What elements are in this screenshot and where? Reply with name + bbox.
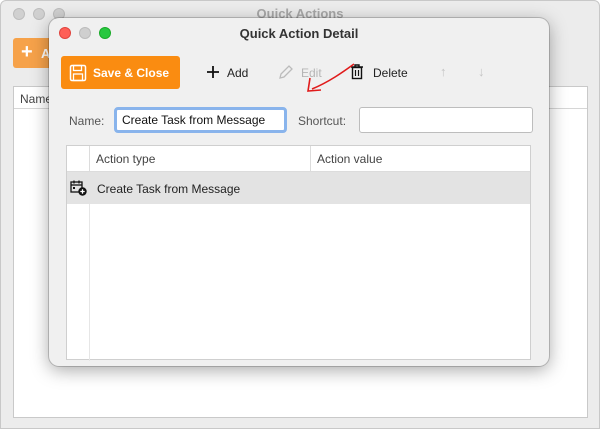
name-shortcut-row: Name: Shortcut: <box>61 105 541 135</box>
shortcut-input[interactable] <box>359 107 533 133</box>
quick-action-detail-dialog: Quick Action Detail Save & Close Add Edi… <box>49 18 549 366</box>
dialog-titlebar: Quick Action Detail <box>49 18 549 48</box>
shortcut-label: Shortcut: <box>298 114 347 128</box>
action-type-column-header[interactable]: Action type <box>96 152 155 166</box>
pencil-icon <box>277 63 295 84</box>
red-arrow-annotation-icon <box>307 63 355 92</box>
action-value-column-header[interactable]: Action value <box>317 152 382 166</box>
save-and-close-button[interactable]: Save & Close <box>61 56 180 89</box>
icon-column-divider <box>89 204 90 361</box>
delete-action-label: Delete <box>373 66 408 80</box>
plus-icon: + <box>21 41 33 63</box>
name-label: Name: <box>69 114 105 128</box>
name-input[interactable] <box>114 107 287 133</box>
table-row[interactable]: Create Task from Message <box>67 172 530 204</box>
move-down-button[interactable]: ↓ <box>478 64 485 79</box>
column-divider <box>310 146 311 171</box>
action-type-cell: Create Task from Message <box>97 182 241 196</box>
delete-action-button[interactable]: Delete <box>349 56 413 89</box>
add-action-label: Add <box>227 66 249 80</box>
dialog-title: Quick Action Detail <box>239 26 359 41</box>
actions-grid-header: Action type Action value <box>67 146 530 172</box>
floppy-disk-icon <box>69 64 87 85</box>
plus-icon <box>205 63 221 84</box>
actions-grid[interactable]: Action type Action value Create Task fro… <box>66 145 531 361</box>
add-action-button[interactable]: Add <box>205 56 255 89</box>
icon-column-header <box>67 146 90 171</box>
save-and-close-label: Save & Close <box>93 66 170 80</box>
move-up-button[interactable]: ↑ <box>440 64 447 79</box>
calendar-add-icon <box>70 179 88 200</box>
